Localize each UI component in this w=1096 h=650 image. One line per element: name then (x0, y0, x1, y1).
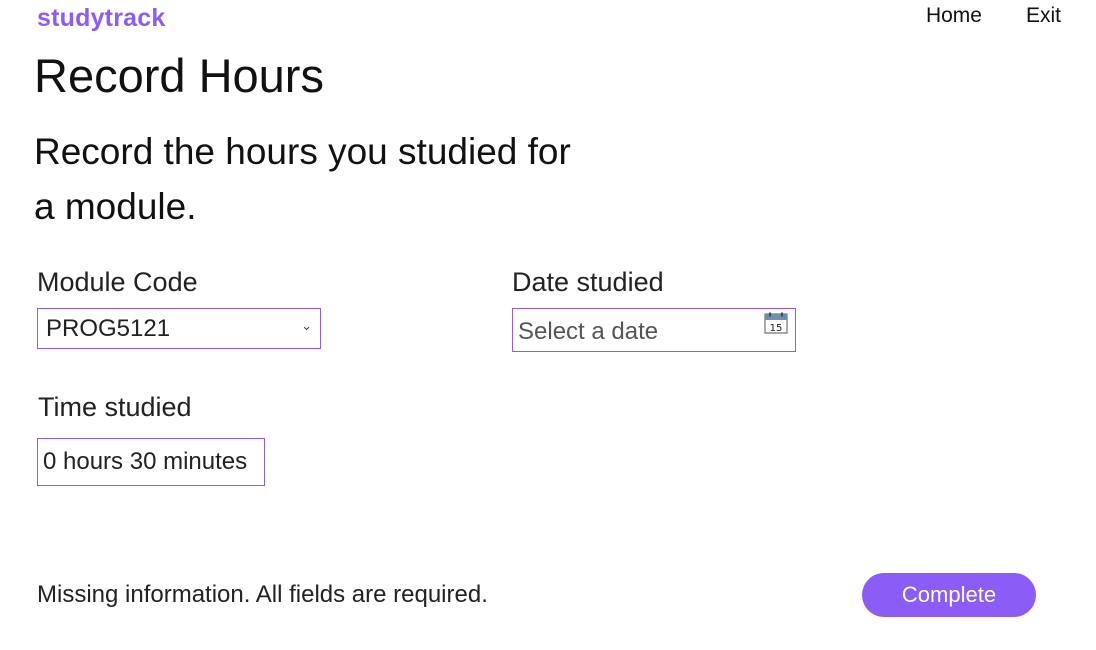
date-placeholder: Select a date (518, 318, 659, 345)
nav-home-link[interactable]: Home (926, 4, 982, 28)
status-message: Missing information. All fields are requ… (37, 581, 488, 608)
nav-exit-link[interactable]: Exit (1026, 4, 1061, 28)
time-studied-label: Time studied (38, 392, 192, 422)
app-logo: studytrack (37, 4, 166, 32)
page-subtitle: Record the hours you studied for a modul… (34, 131, 571, 227)
module-code-label: Module Code (37, 267, 198, 297)
calendar-day-text: 15 (770, 323, 783, 334)
page-title: Record Hours (34, 49, 324, 102)
chevron-down-icon: ⌄ (301, 318, 312, 333)
complete-button[interactable]: Complete (862, 573, 1036, 617)
date-studied-label: Date studied (512, 267, 664, 297)
module-code-select[interactable]: PROG5121 ⌄ (37, 308, 321, 349)
module-code-value: PROG5121 (46, 314, 171, 342)
calendar-icon[interactable]: 15 (764, 312, 788, 334)
top-nav: Home Exit (926, 4, 1061, 28)
date-studied-picker[interactable]: Select a date 15 (512, 308, 796, 352)
time-studied-value: 0 hours 30 minutes (43, 448, 248, 475)
time-studied-input[interactable]: 0 hours 30 minutes (37, 438, 265, 486)
